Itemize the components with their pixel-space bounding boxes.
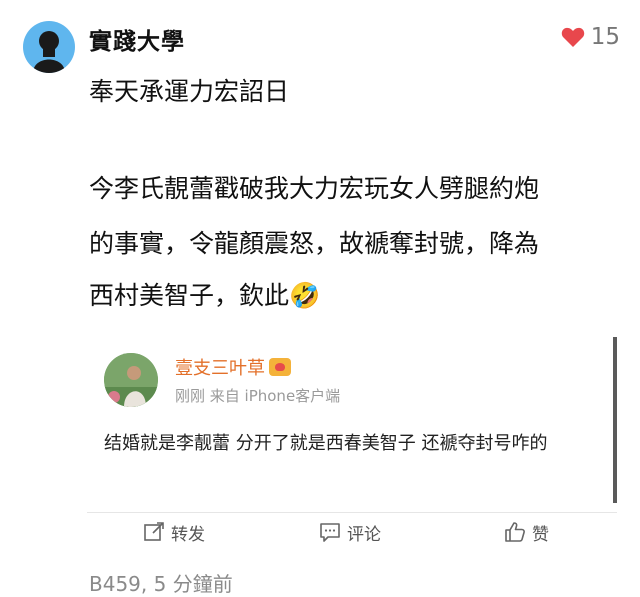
vip-badge-icon <box>269 358 291 376</box>
photo-avatar-icon <box>104 353 158 407</box>
quoted-meta: 刚刚 来自 iPhone客户端 <box>175 387 341 405</box>
quoted-username[interactable]: 壹支三叶草 <box>175 354 265 380</box>
post-paragraph-2-line-1: 今李氏靚蕾戳破我大力宏玩女人劈腿約炮 <box>89 174 540 203</box>
repost-button[interactable]: 转发 <box>143 519 205 545</box>
comment-button[interactable]: 评论 <box>319 519 381 545</box>
quoted-user-avatar[interactable] <box>104 353 158 407</box>
heart-icon[interactable] <box>561 26 585 48</box>
like-label: 赞 <box>532 524 549 545</box>
divider <box>87 512 617 513</box>
repost-label: 转发 <box>171 524 205 545</box>
user-avatar[interactable] <box>23 21 75 73</box>
repost-icon <box>144 522 164 541</box>
like-count: 15 <box>590 24 620 50</box>
like-button[interactable]: 赞 <box>504 519 549 545</box>
quoted-text: 结婚就是李靓蕾 分开了就是西春美智子 还褫夺封号咋的 <box>104 433 548 454</box>
thumbs-up-icon <box>505 522 525 542</box>
post-paragraph-2-line-3: 西村美智子，欽此🤣 <box>89 281 321 310</box>
quoted-comment-card[interactable]: 壹支三叶草 刚刚 来自 iPhone客户端 结婚就是李靓蕾 分开了就是西春美智子… <box>87 337 617 503</box>
comment-icon <box>320 523 340 542</box>
like-counter[interactable]: 15 <box>561 22 620 52</box>
post-paragraph-2-line-2: 的事實，令龍顏震怒，故褫奪封號，降為 <box>89 229 540 258</box>
post-timestamp: B459, 5 分鐘前 <box>89 572 233 596</box>
username[interactable]: 實踐大學 <box>89 22 185 56</box>
quoted-username-row[interactable]: 壹支三叶草 <box>175 354 291 380</box>
post-paragraph-1: 奉天承運力宏詔日 <box>89 77 290 106</box>
user-silhouette-icon <box>33 31 65 73</box>
comment-label: 评论 <box>347 524 381 545</box>
